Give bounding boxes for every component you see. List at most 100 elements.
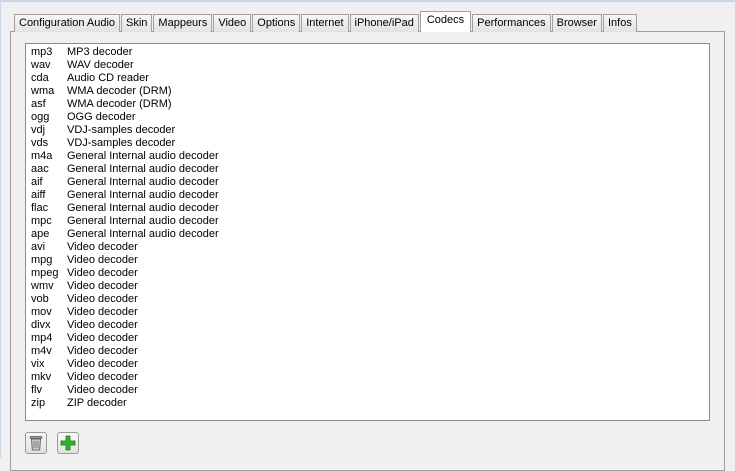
list-item[interactable]: ogg OGG decoder <box>26 111 709 124</box>
tab-bar: Configuration Audio Skin Mappeurs Video Opti… <box>14 11 638 32</box>
codec-extension: asf <box>31 98 46 110</box>
codec-description: Video decoder <box>67 358 138 370</box>
codec-description: Video decoder <box>67 241 138 253</box>
list-item[interactable]: mp4 Video decoder <box>26 332 709 345</box>
list-item[interactable]: vob Video decoder <box>26 293 709 306</box>
list-item[interactable]: m4v Video decoder <box>26 345 709 358</box>
codec-extension: mpc <box>31 215 52 227</box>
codec-description: Video decoder <box>67 371 138 383</box>
tab-options[interactable]: Options <box>252 14 301 32</box>
tab-infos[interactable]: Infos <box>602 14 637 32</box>
codec-description: General Internal audio decoder <box>67 163 219 175</box>
list-item[interactable]: mkv Video decoder <box>26 371 709 384</box>
codec-extension: vds <box>31 137 49 149</box>
codec-description: OGG decoder <box>67 111 136 123</box>
codec-description: VDJ-samples decoder <box>67 124 176 136</box>
codec-description: ZIP decoder <box>67 397 127 409</box>
list-item[interactable]: wma WMA decoder (DRM) <box>26 85 709 98</box>
codec-extension: mkv <box>31 371 52 383</box>
list-item[interactable]: mpeg Video decoder <box>26 267 709 280</box>
list-item[interactable]: flv Video decoder <box>26 384 709 397</box>
codec-description: MP3 decoder <box>67 46 133 58</box>
window-edge <box>0 0 735 2</box>
list-item[interactable]: asf WMA decoder (DRM) <box>26 98 709 111</box>
list-item[interactable]: wmv Video decoder <box>26 280 709 293</box>
list-item[interactable]: mp3 MP3 decoder <box>26 46 709 59</box>
tab-mappeurs[interactable]: Mappeurs <box>153 14 213 32</box>
tab-performances[interactable]: Performances <box>472 14 551 32</box>
list-item[interactable]: vds VDJ-samples decoder <box>26 137 709 150</box>
codec-extension: flv <box>31 384 42 396</box>
tab-internet[interactable]: Internet <box>301 14 349 32</box>
codec-description: Video decoder <box>67 319 138 331</box>
codec-extension: vob <box>31 293 49 305</box>
codec-description: WAV decoder <box>67 59 134 71</box>
codec-description: Video decoder <box>67 267 138 279</box>
codec-extension: avi <box>31 241 46 253</box>
codec-extension: flac <box>31 202 49 214</box>
codec-description: General Internal audio decoder <box>67 202 219 214</box>
codec-description: General Internal audio decoder <box>67 176 219 188</box>
codec-description: General Internal audio decoder <box>67 228 219 240</box>
codec-description: Video decoder <box>67 306 138 318</box>
codec-extension: m4a <box>31 150 53 162</box>
codec-extension: vdj <box>31 124 46 136</box>
codec-description: Video decoder <box>67 254 138 266</box>
codec-description: Video decoder <box>67 345 138 357</box>
codec-extension: m4v <box>31 345 52 357</box>
list-item[interactable]: mpg Video decoder <box>26 254 709 267</box>
codec-description: WMA decoder (DRM) <box>67 98 172 110</box>
codec-extension: zip <box>31 397 46 409</box>
tab-configuration-audio[interactable]: Configuration Audio <box>14 14 121 32</box>
codec-description: Video decoder <box>67 280 138 292</box>
codec-extension: cda <box>31 72 49 84</box>
list-item[interactable]: vdj VDJ-samples decoder <box>26 124 709 137</box>
tab-skin[interactable]: Skin <box>121 14 153 32</box>
codec-description: General Internal audio decoder <box>67 150 219 162</box>
codec-description: Video decoder <box>67 293 138 305</box>
codec-description: Audio CD reader <box>67 72 149 84</box>
codec-extension: vix <box>31 358 45 370</box>
window-edge-left <box>0 0 1 458</box>
codec-extension: mp3 <box>31 46 53 58</box>
codec-description: General Internal audio decoder <box>67 189 219 201</box>
list-item[interactable]: mpc General Internal audio decoder <box>26 215 709 228</box>
list-item[interactable]: flac General Internal audio decoder <box>26 202 709 215</box>
list-item[interactable]: divx Video decoder <box>26 319 709 332</box>
codec-extension: wav <box>31 59 51 71</box>
codec-description: Video decoder <box>67 384 138 396</box>
list-item[interactable]: m4a General Internal audio decoder <box>26 150 709 163</box>
list-item[interactable]: aiff General Internal audio decoder <box>26 189 709 202</box>
codec-extension: divx <box>31 319 51 331</box>
codec-extension: mpeg <box>31 267 59 279</box>
list-item[interactable]: ape General Internal audio decoder <box>26 228 709 241</box>
codec-extension: ape <box>31 228 50 240</box>
codec-extension: ogg <box>31 111 50 123</box>
codec-description: Video decoder <box>67 332 138 344</box>
codec-extension: mov <box>31 306 52 318</box>
tab-browser[interactable]: Browser <box>551 14 602 32</box>
list-item[interactable]: avi Video decoder <box>26 241 709 254</box>
codec-list[interactable]: mp3 MP3 decoder wav WAV decoder cda Audio CD … <box>25 43 710 421</box>
codec-extension: wmv <box>31 280 54 292</box>
list-item[interactable]: cda Audio CD reader <box>26 72 709 85</box>
list-item[interactable]: aac General Internal audio decoder <box>26 163 709 176</box>
codec-description: VDJ-samples decoder <box>67 137 176 149</box>
list-item[interactable]: mov Video decoder <box>26 306 709 319</box>
codec-extension: wma <box>31 85 55 97</box>
tab-codecs[interactable]: Codecs <box>419 11 472 32</box>
tab-video[interactable]: Video <box>213 14 252 32</box>
plus-icon <box>60 435 76 451</box>
list-item[interactable]: aif General Internal audio decoder <box>26 176 709 189</box>
trash-icon <box>29 436 43 451</box>
delete-button[interactable] <box>25 432 47 454</box>
codec-extension: aif <box>31 176 43 188</box>
codec-extension: aac <box>31 163 49 175</box>
list-item[interactable]: zip ZIP decoder <box>26 397 709 410</box>
add-button[interactable] <box>57 432 79 454</box>
codec-description: WMA decoder (DRM) <box>67 85 172 97</box>
list-item[interactable]: vix Video decoder <box>26 358 709 371</box>
codec-description: General Internal audio decoder <box>67 215 219 227</box>
tab-iphone-ipad[interactable]: iPhone/iPad <box>349 14 419 32</box>
list-item[interactable]: wav WAV decoder <box>26 59 709 72</box>
